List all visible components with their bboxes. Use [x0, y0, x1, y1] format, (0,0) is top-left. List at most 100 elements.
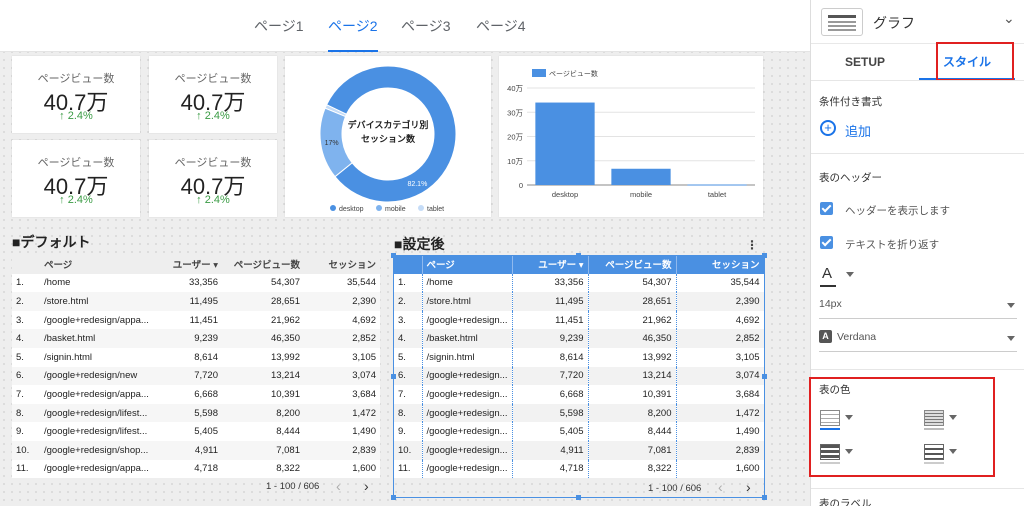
resize-handle[interactable] [762, 374, 767, 379]
show-header-checkbox[interactable] [820, 202, 833, 215]
prev-page-icon[interactable]: ‹ [336, 478, 341, 494]
resize-handle[interactable] [391, 374, 396, 379]
resize-handle[interactable] [762, 253, 767, 258]
caret-down-icon[interactable] [845, 449, 853, 454]
page-path-cell: /google+redesign... [422, 422, 513, 441]
table-default[interactable]: ページ ユーザー ▾ ページビュー数 セッション 1./home 33,356 54… [12, 255, 380, 479]
kpi-card[interactable]: ページビュー数 40.7万 ↑ 2.4% [12, 56, 140, 133]
even-row-color-icon[interactable] [924, 444, 944, 460]
more-vert-icon[interactable]: ⋮ [746, 238, 758, 252]
tab-page-4[interactable]: ページ4 [476, 16, 526, 52]
resize-handle[interactable] [576, 253, 581, 258]
table-chart-icon[interactable] [821, 8, 863, 36]
table-row[interactable]: 8./google+redesign/lifest... 5,598 8,200 1,… [12, 403, 380, 423]
next-page-icon[interactable]: › [364, 478, 369, 494]
bar-mobile[interactable] [611, 168, 671, 185]
chevron-down-icon[interactable]: ⌄ [1003, 10, 1015, 27]
row-index: 10. [12, 440, 40, 460]
resize-handle[interactable] [391, 495, 396, 500]
bar-chart-card[interactable]: ページビュー数 0 10万 20万 30万 40万 desktop mobile tablet [499, 56, 763, 217]
legend-label-mobile: mobile [385, 206, 406, 213]
font-size-select[interactable]: 14px [819, 298, 842, 310]
tab-page-1[interactable]: ページ1 [254, 16, 304, 52]
page-path-cell: /home [422, 273, 513, 293]
sessions-cell: 3,105 [304, 347, 380, 367]
caret-down-icon[interactable] [949, 415, 957, 420]
report-canvas: ページ1 ページ2 ページ3 ページ4 ページビュー数 40.7万 ↑ 2.4%… [0, 0, 810, 506]
page-path-cell: /google+redesign/shop... [40, 440, 158, 460]
donut-chart-card[interactable]: デバイスカテゴリ別 セッション数 82.1% 17% desktop mobile ta… [285, 56, 491, 217]
table-header-page[interactable]: ページ [40, 255, 158, 274]
table-row[interactable]: 10./google+redesign... 4,911 7,081 2,839 [394, 440, 765, 460]
add-icon[interactable]: + [820, 120, 836, 136]
kpi-card[interactable]: ページビュー数 40.7万 ↑ 2.4% [12, 140, 140, 217]
table-header-sessions[interactable]: セッション [304, 255, 380, 274]
table-row[interactable]: 2./store.html 11,495 28,651 2,390 [394, 292, 765, 311]
table-header-sessions[interactable]: セッション [676, 255, 765, 274]
table-row[interactable]: 11./google+redesign... 4,718 8,322 1,600 [394, 459, 765, 479]
header-color-icon[interactable] [820, 410, 840, 426]
row-index: 1. [394, 273, 423, 293]
arrow-up-icon: ↑ [59, 110, 65, 122]
page-path-cell: /google+redesign... [422, 385, 513, 404]
table-row[interactable]: 6./google+redesign... 7,720 13,214 3,074 [394, 366, 765, 386]
legend-swatch[interactable] [532, 69, 546, 77]
caret-down-icon[interactable] [845, 415, 853, 420]
table-header-index [394, 255, 423, 274]
table-row[interactable]: 9./google+redesign... 5,405 8,444 1,490 [394, 422, 765, 441]
bar-tablet[interactable] [687, 184, 747, 186]
kpi-delta: ↑ 2.4% [149, 110, 277, 122]
table-row[interactable]: 4./basket.html 9,239 46,350 2,852 [12, 329, 380, 348]
table-row[interactable]: 9./google+redesign/lifest... 5,405 8,444 1,… [12, 422, 380, 441]
resize-handle[interactable] [576, 495, 581, 500]
table-row[interactable]: 5./signin.html 8,614 13,992 3,105 [394, 347, 765, 367]
table-row[interactable]: 11./google+redesign/appa... 4,718 8,322 1,6… [12, 459, 380, 479]
table-row[interactable]: 1./home 33,356 54,307 35,544 [394, 273, 765, 293]
table-row[interactable]: 7./google+redesign/appa... 6,668 10,391 3,6… [12, 385, 380, 404]
table-row[interactable]: 5./signin.html 8,614 13,992 3,105 [12, 347, 380, 367]
table-row[interactable]: 3./google+redesign/appa... 11,451 21,962 4,… [12, 310, 380, 330]
wrap-text-checkbox[interactable] [820, 236, 833, 249]
caret-down-icon[interactable] [1007, 303, 1015, 308]
table-header-page[interactable]: ページ [422, 255, 513, 274]
tab-page-3[interactable]: ページ3 [401, 16, 451, 52]
caret-down-icon[interactable] [949, 449, 957, 454]
resize-handle[interactable] [391, 253, 396, 258]
kpi-delta-value: 2.4% [204, 110, 230, 122]
table-header-pageviews[interactable]: ページビュー数 [222, 255, 304, 274]
row-index: 11. [12, 459, 40, 479]
kpi-card[interactable]: ページビュー数 40.7万 ↑ 2.4% [149, 56, 277, 133]
highlight-box [936, 42, 1014, 81]
table-header-pageviews[interactable]: ページビュー数 [588, 255, 677, 274]
add-button[interactable]: 追加 [845, 121, 871, 140]
tab-page-2[interactable]: ページ2 [328, 16, 378, 52]
table-custom[interactable]: ページ ユーザー ▾ ページビュー数 セッション 1./home 33,356 54… [394, 255, 765, 479]
odd-row-color-icon[interactable] [820, 444, 840, 460]
font-family-select[interactable]: Verdana [837, 331, 876, 343]
caret-down-icon[interactable] [846, 272, 854, 277]
table-row[interactable]: 2./store.html 11,495 28,651 2,390 [12, 292, 380, 311]
wrap-text-label: テキストを折り返す [845, 239, 940, 251]
table-row[interactable]: 1./home 33,356 54,307 35,544 [12, 273, 380, 293]
sessions-cell: 3,684 [676, 385, 765, 404]
users-cell: 8,614 [512, 347, 589, 367]
table-header-users[interactable]: ユーザー ▾ [158, 255, 222, 274]
table-custom-pager: 1 - 100 / 606 [648, 483, 702, 494]
text-color-icon[interactable]: A [822, 265, 832, 282]
table-row[interactable]: 4./basket.html 9,239 46,350 2,852 [394, 329, 765, 348]
caret-down-icon[interactable] [1007, 336, 1015, 341]
cell-border-color-icon[interactable] [924, 410, 944, 426]
table-row[interactable]: 6./google+redesign/new 7,720 13,214 3,074 [12, 366, 380, 386]
bar-desktop[interactable] [535, 102, 595, 185]
resize-handle[interactable] [762, 495, 767, 500]
table-row[interactable]: 10./google+redesign/shop... 4,911 7,081 2,8… [12, 440, 380, 460]
table-row[interactable]: 8./google+redesign... 5,598 8,200 1,472 [394, 403, 765, 423]
color-swatch [820, 428, 840, 430]
next-page-icon[interactable]: › [746, 479, 751, 495]
tab-setup[interactable]: SETUP [811, 44, 919, 80]
kpi-card[interactable]: ページビュー数 40.7万 ↑ 2.4% [149, 140, 277, 217]
row-index: 4. [394, 329, 423, 348]
table-row[interactable]: 3./google+redesign... 11,451 21,962 4,692 [394, 310, 765, 330]
prev-page-icon[interactable]: ‹ [718, 479, 723, 495]
table-row[interactable]: 7./google+redesign... 6,668 10,391 3,684 [394, 385, 765, 404]
